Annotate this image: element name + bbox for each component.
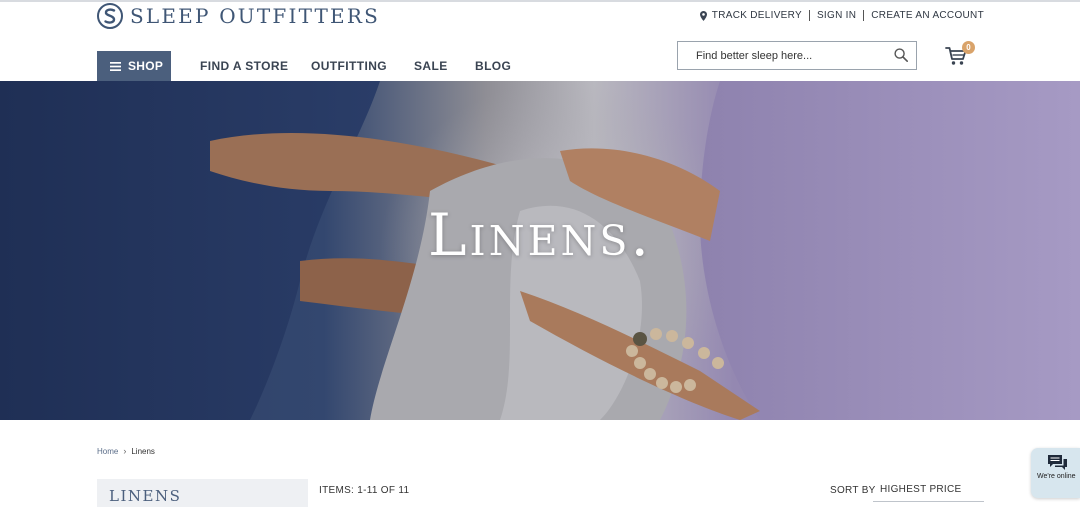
- shop-label: SHOP: [128, 59, 164, 73]
- nav-find-a-store[interactable]: FIND A STORE: [200, 59, 288, 73]
- search-bar: [677, 41, 917, 70]
- utility-links: TRACK DELIVERY SIGN IN CREATE AN ACCOUNT: [699, 9, 984, 22]
- search-input[interactable]: [678, 42, 888, 69]
- nav-blog[interactable]: BLOG: [475, 59, 511, 73]
- nav-sale[interactable]: SALE: [414, 59, 448, 73]
- live-chat-button[interactable]: We're online: [1031, 448, 1080, 498]
- logo-text: SLEEP OUTFITTERS: [130, 4, 380, 28]
- chevron-right-icon: ›: [123, 446, 127, 456]
- top-border: [0, 0, 1080, 2]
- shop-menu-button[interactable]: SHOP: [97, 51, 171, 81]
- logo-mark-icon: [97, 3, 123, 29]
- chat-bubbles-icon: [1048, 455, 1067, 470]
- breadcrumb-current: Linens: [131, 446, 155, 456]
- items-count: ITEMS: 1-11 OF 11: [319, 485, 410, 496]
- breadcrumb: Home › Linens: [97, 446, 155, 456]
- cart-button[interactable]: 0: [945, 41, 975, 67]
- sort-label: SORT BY: [830, 485, 876, 496]
- search-icon[interactable]: [894, 48, 908, 62]
- track-delivery-link[interactable]: TRACK DELIVERY: [712, 10, 802, 21]
- hamburger-menu-icon: [110, 61, 121, 71]
- divider: [808, 10, 810, 21]
- divider: [863, 10, 865, 21]
- hero-title: Linens.: [428, 201, 652, 269]
- cart-count-badge: 0: [962, 41, 975, 54]
- map-pin-icon: [699, 10, 707, 21]
- nav-outfitting[interactable]: OUTFITTING: [311, 59, 387, 73]
- chat-status-label: We're online: [1037, 473, 1076, 480]
- create-account-link[interactable]: CREATE AN ACCOUNT: [871, 10, 984, 21]
- category-title: LINENS: [109, 487, 182, 505]
- site-logo[interactable]: SLEEP OUTFITTERS: [97, 3, 380, 29]
- sort-select[interactable]: HIGHEST PRICE: [873, 479, 984, 502]
- sign-in-link[interactable]: SIGN IN: [817, 10, 856, 21]
- breadcrumb-home-link[interactable]: Home: [97, 447, 118, 456]
- category-title-box: LINENS: [97, 479, 308, 507]
- hero-banner: Linens.: [0, 81, 1080, 420]
